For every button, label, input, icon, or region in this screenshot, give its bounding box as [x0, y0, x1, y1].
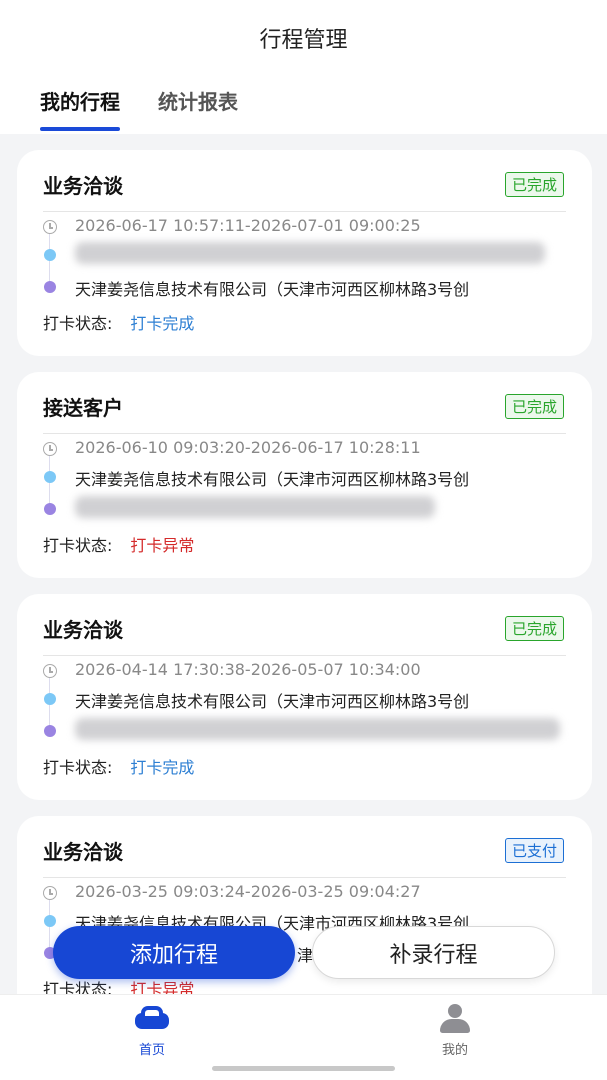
nav-home[interactable]: 首页 [112, 1003, 192, 1058]
divider [43, 211, 566, 212]
divider [43, 655, 566, 656]
check-status-row: 打卡状态: 打卡完成 [43, 754, 194, 778]
add-trip-button[interactable]: 添加行程 [53, 926, 295, 979]
nav-home-label: 首页 [138, 1043, 165, 1058]
top-header: 行程管理 我的行程 统计报表 [0, 0, 607, 134]
clock-icon [43, 220, 57, 234]
end-dot-icon [44, 503, 56, 515]
trip-type: 业务洽谈 [43, 618, 123, 642]
page-title: 行程管理 [259, 28, 348, 53]
tab-statistics[interactable]: 统计报表 [158, 86, 238, 127]
end-dot-icon [44, 281, 56, 293]
trip-time: 2026-06-10 09:03:20-2026-06-17 10:28:11 [75, 438, 421, 457]
start-dot-icon [44, 471, 56, 483]
trip-card[interactable]: 业务洽谈 已完成 2026-06-17 10:57:11-2026-07-01 … [17, 150, 592, 356]
trip-time: 2026-04-14 17:30:38-2026-05-07 10:34:00 [75, 660, 421, 679]
trip-time: 2026-03-25 09:03:24-2026-03-25 09:04:27 [75, 882, 421, 901]
start-dot-icon [44, 249, 56, 261]
start-address-redacted [75, 242, 545, 264]
end-dot-icon [44, 725, 56, 737]
check-status-label: 打卡状态: [43, 536, 113, 555]
start-dot-icon [44, 915, 56, 927]
trip-type: 业务洽谈 [43, 174, 123, 198]
check-status-value: 打卡完成 [130, 314, 195, 333]
supplement-trip-button[interactable]: 补录行程 [312, 926, 555, 979]
divider [43, 877, 566, 878]
clock-icon [43, 442, 57, 456]
car-icon [133, 1003, 171, 1033]
check-status-row: 打卡状态: 打卡完成 [43, 310, 194, 334]
trip-type: 业务洽谈 [43, 840, 123, 864]
start-dot-icon [44, 693, 56, 705]
end-address: 天津姜尧信息技术有限公司（天津市河西区柳林路3号创 [75, 280, 470, 299]
check-status-label: 打卡状态: [43, 980, 113, 994]
start-address: 天津姜尧信息技术有限公司（天津市河西区柳林路3号创 [75, 692, 470, 711]
status-badge: 已支付 [504, 838, 564, 863]
check-status-row: 打卡状态: 打卡异常 [43, 532, 194, 556]
check-status-label: 打卡状态: [43, 758, 113, 777]
tab-bar: 我的行程 统计报表 [40, 86, 276, 131]
check-status-label: 打卡状态: [43, 314, 113, 333]
check-status-value: 打卡异常 [130, 536, 195, 555]
clock-icon [43, 664, 57, 678]
status-badge: 已完成 [504, 394, 564, 419]
end-address-redacted [75, 496, 435, 518]
status-badge: 已完成 [504, 172, 564, 197]
trip-card[interactable]: 接送客户 已完成 2026-06-10 09:03:20-2026-06-17 … [17, 372, 592, 578]
user-icon [436, 1003, 474, 1033]
check-status-value: 打卡完成 [130, 758, 195, 777]
check-status-value: 打卡异常 [130, 980, 195, 994]
nav-me-label: 我的 [441, 1043, 468, 1058]
nav-me[interactable]: 我的 [415, 1003, 495, 1058]
trip-type: 接送客户 [43, 396, 123, 420]
status-badge: 已完成 [504, 616, 564, 641]
divider [43, 433, 566, 434]
clock-icon [43, 886, 57, 900]
home-indicator [212, 1066, 395, 1071]
start-address: 天津姜尧信息技术有限公司（天津市河西区柳林路3号创 [75, 470, 470, 489]
trip-card[interactable]: 业务洽谈 已完成 2026-04-14 17:30:38-2026-05-07 … [17, 594, 592, 800]
trip-time: 2026-06-17 10:57:11-2026-07-01 09:00:25 [75, 216, 421, 235]
trip-list[interactable]: 业务洽谈 已完成 2026-06-17 10:57:11-2026-07-01 … [0, 134, 607, 994]
tab-my-trips[interactable]: 我的行程 [40, 86, 120, 131]
end-address-redacted [75, 718, 560, 740]
